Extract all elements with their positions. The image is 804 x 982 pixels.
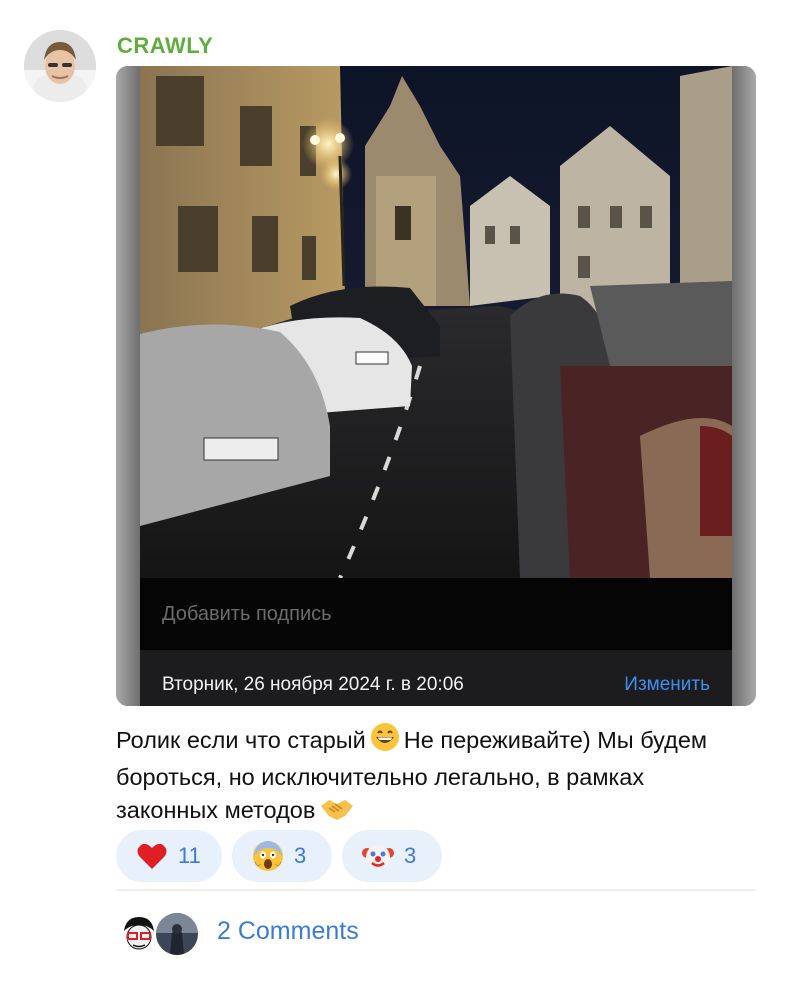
reaction-screaming[interactable]: 3 [232, 830, 332, 882]
media-date: Вторник, 26 ноября 2024 г. в 20:06 [162, 674, 464, 695]
caption-bar[interactable]: Добавить подпись [140, 578, 732, 650]
author-name[interactable]: CRAWLY [117, 33, 213, 59]
screaming-face-icon [253, 841, 283, 871]
commenter-avatar-2 [154, 911, 200, 957]
reaction-clown[interactable]: 3 [342, 830, 442, 882]
reaction-count: 11 [178, 843, 201, 868]
clown-face-icon [362, 845, 394, 869]
grinning-face-emoji-icon [370, 722, 400, 761]
handshake-emoji-icon [319, 796, 355, 831]
message-text-part1: Ролик если что старый [116, 727, 366, 753]
media-edge-right [732, 66, 756, 706]
reaction-count: 3 [294, 843, 307, 868]
commenter-avatar-2-image [156, 913, 198, 955]
reaction-heart[interactable]: 11 [116, 830, 222, 882]
media-preview[interactable]: Добавить подпись Вторник, 26 ноября 2024… [116, 66, 756, 706]
author-avatar[interactable] [24, 30, 96, 102]
edit-button[interactable]: Изменить [624, 674, 710, 696]
divider [116, 889, 756, 891]
author-avatar-image [24, 30, 96, 102]
post-message: Ролик если что старый Не переживайте) Мы… [116, 722, 746, 831]
caption-input-placeholder: Добавить подпись [162, 603, 332, 625]
media-date-bar: Вторник, 26 ноября 2024 г. в 20:06 Измен… [140, 650, 732, 706]
media-edge-left [116, 66, 140, 706]
red-heart-icon [137, 843, 167, 869]
comments-link[interactable]: 2 Comments [217, 917, 359, 946]
reaction-count: 3 [404, 843, 417, 868]
night-street-photo [140, 66, 732, 578]
